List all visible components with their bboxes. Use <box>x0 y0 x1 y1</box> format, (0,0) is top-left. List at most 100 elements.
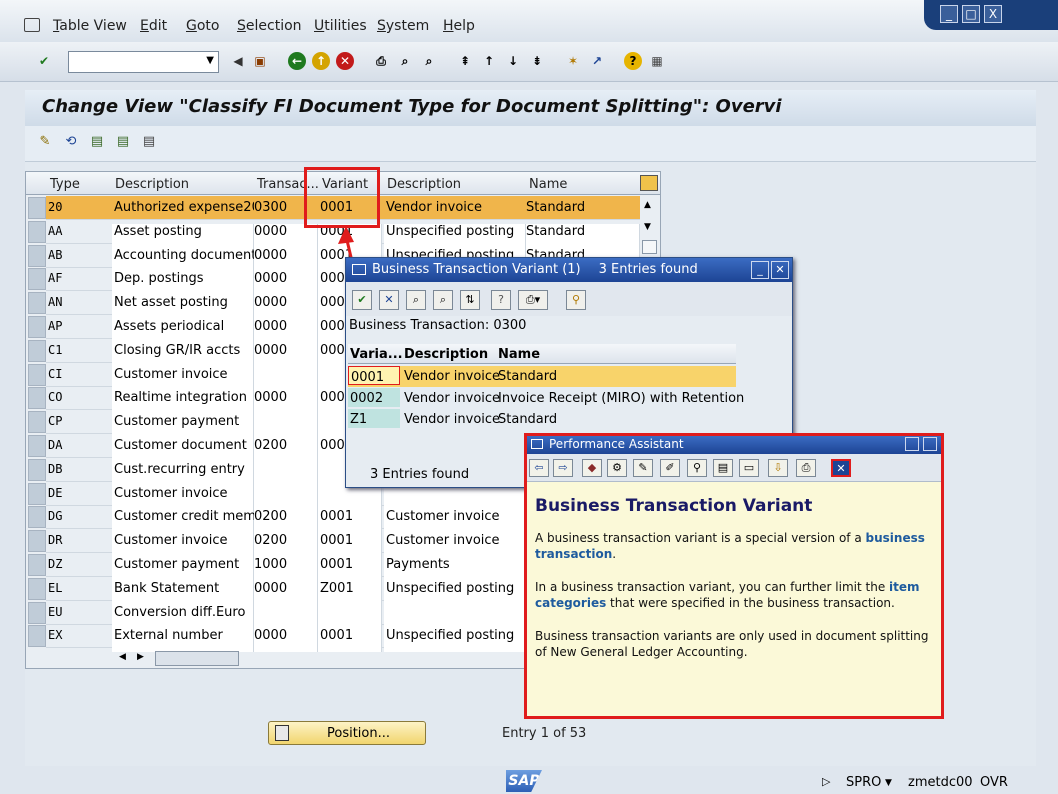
cell-desc[interactable]: Authorized expense20 <box>114 200 254 215</box>
maximize-button[interactable]: □ <box>962 5 980 23</box>
cell-type[interactable]: DZ <box>48 557 110 571</box>
row-selector[interactable] <box>28 411 46 434</box>
cell-desc[interactable]: Bank Statement <box>114 581 254 596</box>
cell-desc[interactable]: Customer invoice <box>114 533 254 548</box>
annotate-icon[interactable]: ✐ <box>660 459 680 477</box>
row-selector[interactable] <box>28 530 46 553</box>
info-icon[interactable]: ? <box>491 290 511 310</box>
new-session-icon[interactable]: ✶ <box>564 52 582 70</box>
cell-desc[interactable]: Customer invoice <box>114 486 254 501</box>
cell-type[interactable]: DA <box>48 438 110 452</box>
row-selector[interactable] <box>28 458 46 481</box>
technical-info-icon[interactable]: ◆ <box>582 459 602 477</box>
cell-type[interactable]: EX <box>48 628 110 642</box>
cell-trx[interactable]: 0000 <box>254 319 316 334</box>
cell-type[interactable]: DB <box>48 462 110 476</box>
row-selector[interactable] <box>28 554 46 576</box>
table-icon[interactable]: ▤ <box>713 459 733 477</box>
cancel-icon[interactable]: ✕ <box>336 52 354 70</box>
copy-icon[interactable]: ✔ <box>352 290 372 310</box>
popup-list-item[interactable]: 0002 Vendor invoice Invoice Receipt (MIRO)… <box>348 387 744 409</box>
scroll-left-icon[interactable]: ◀ <box>119 652 126 662</box>
cell-desc[interactable]: Accounting document <box>114 248 254 263</box>
menu-selection[interactable]: Selection <box>237 18 302 34</box>
cell-trx[interactable]: 0200 <box>254 533 316 548</box>
cell-desc[interactable]: Customer invoice <box>114 367 254 382</box>
menu-utilities[interactable]: Utilities <box>314 18 367 34</box>
perf-maximize-button[interactable] <box>923 437 937 451</box>
vertical-scrollbar[interactable]: ▲ ▼ <box>640 196 660 260</box>
row-selector[interactable] <box>28 268 46 291</box>
cell-type[interactable]: CO <box>48 390 110 404</box>
column-header-name[interactable]: Name <box>529 177 567 192</box>
cell-desc[interactable]: Dep. postings <box>114 271 254 286</box>
layout-menu-icon[interactable]: ▦ <box>648 52 666 70</box>
cell-type[interactable]: EU <box>48 605 110 619</box>
popup-minimize-button[interactable]: _ <box>751 261 769 279</box>
filter-icon[interactable]: ⚲ <box>566 290 586 310</box>
chevron-down-icon[interactable]: ▼ <box>885 778 892 788</box>
scroll-right-icon[interactable]: ▶ <box>137 652 144 662</box>
cell-trx[interactable]: 0000 <box>254 390 316 405</box>
cell-type[interactable]: CP <box>48 414 110 428</box>
cell-var[interactable]: Z001 <box>320 581 382 596</box>
status-expand-icon[interactable]: ▷ <box>822 775 830 788</box>
cell-trx[interactable]: 1000 <box>254 557 316 572</box>
position-button[interactable]: Position... <box>268 721 426 745</box>
row-selector[interactable] <box>28 292 46 315</box>
popup-cell-variant[interactable]: Z1 <box>348 409 400 428</box>
deselect-all-icon[interactable]: ▤ <box>140 133 158 151</box>
print-icon[interactable]: ⎙ <box>796 459 816 477</box>
cell-desc[interactable]: Asset posting <box>114 224 254 239</box>
row-selector[interactable] <box>28 244 46 267</box>
previous-page-icon[interactable]: ↑ <box>480 52 498 70</box>
forward-icon[interactable]: ⇨ <box>553 459 573 477</box>
cell-name[interactable]: Standard <box>526 224 636 239</box>
print-icon[interactable]: ⎙▾ <box>518 290 548 310</box>
cell-type[interactable]: CI <box>48 367 110 381</box>
close-icon[interactable]: ✕ <box>831 459 851 477</box>
other-view-icon[interactable]: ⟲ <box>62 133 80 151</box>
related-icon[interactable]: ⇩ <box>768 459 788 477</box>
find-icon[interactable]: ⌕ <box>406 290 426 310</box>
cell-trx[interactable]: 0200 <box>254 438 316 453</box>
row-selector[interactable] <box>28 601 46 624</box>
popup-header-variant[interactable]: Varia... <box>350 347 403 362</box>
cell-desc[interactable]: Net asset posting <box>114 295 254 310</box>
cell-desc[interactable]: Customer payment <box>114 557 254 572</box>
column-header-variant-description[interactable]: Description <box>387 177 461 192</box>
column-header-type[interactable]: Type <box>50 177 80 192</box>
select-block-icon[interactable]: ▤ <box>114 133 132 151</box>
cell-var[interactable]: 0001 <box>320 509 382 524</box>
popup-cell-variant[interactable]: 0002 <box>348 387 400 407</box>
cell-vdesc[interactable]: Customer invoice <box>386 509 526 524</box>
cell-type[interactable]: DR <box>48 533 110 547</box>
settings-icon[interactable]: ⚙ <box>607 459 627 477</box>
save-icon[interactable]: ▣ <box>251 52 269 70</box>
first-page-icon[interactable]: ⇞ <box>456 52 474 70</box>
find-icon[interactable]: ⌕ <box>396 52 414 70</box>
horizontal-scroll-thumb[interactable] <box>155 651 239 666</box>
back-icon[interactable]: ⇦ <box>529 459 549 477</box>
cell-type[interactable]: AF <box>48 271 110 285</box>
row-selector[interactable] <box>28 339 46 362</box>
help-icon[interactable]: ? <box>624 52 642 70</box>
cell-trx[interactable]: 0000 <box>254 248 316 263</box>
menu-icon[interactable] <box>24 18 40 32</box>
edit-icon[interactable]: ✎ <box>633 459 653 477</box>
print-icon[interactable]: ⎙ <box>372 52 390 70</box>
cell-vdesc[interactable]: Unspecified posting <box>386 628 526 643</box>
column-header-description[interactable]: Description <box>115 177 189 192</box>
chevron-down-icon[interactable]: ▼ <box>206 55 214 66</box>
input-mode[interactable]: OVR <box>980 775 1008 790</box>
row-selector[interactable] <box>28 220 46 243</box>
row-selector[interactable] <box>28 625 46 648</box>
cell-type[interactable]: 20 <box>48 200 110 214</box>
shortcut-icon[interactable]: ↗ <box>588 52 606 70</box>
cell-type[interactable]: DG <box>48 509 110 523</box>
select-all-icon[interactable]: ▤ <box>88 133 106 151</box>
cell-vdesc[interactable]: Customer invoice <box>386 533 526 548</box>
cell-type[interactable]: AN <box>48 295 110 309</box>
row-selector[interactable] <box>28 577 46 600</box>
cell-trx[interactable]: 0000 <box>254 581 316 596</box>
